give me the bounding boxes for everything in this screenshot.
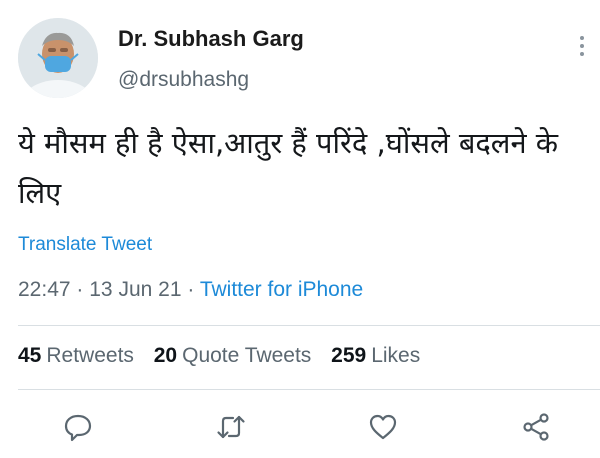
- tweet-stats: 45 Retweets 20 Quote Tweets 259 Likes: [18, 344, 434, 368]
- retweets-stat[interactable]: 45 Retweets: [18, 344, 134, 368]
- divider: [18, 325, 600, 326]
- profile-photo: [18, 18, 98, 98]
- more-vertical-icon[interactable]: [572, 32, 592, 60]
- tweet-text: ये मौसम ही है ऐसा,आतुर हैं परिंदे ,घोंसल…: [18, 126, 559, 210]
- retweets-label: Retweets: [46, 344, 134, 367]
- retweets-count: 45: [18, 344, 42, 367]
- translate-tweet-link[interactable]: Translate Tweet: [18, 234, 152, 256]
- share-icon[interactable]: [519, 410, 553, 444]
- quote-tweets-stat[interactable]: 20 Quote Tweets: [154, 344, 312, 368]
- tweet-date: 13 Jun 21: [89, 278, 182, 301]
- reply-icon[interactable]: [61, 410, 95, 444]
- author-display-name[interactable]: Dr. Subhash Garg: [118, 26, 304, 52]
- author-handle[interactable]: @drsubhashg: [118, 68, 249, 92]
- tweet-meta: 22:47 · 13 Jun 21 · Twitter for iPhone: [18, 278, 363, 302]
- avatar[interactable]: [18, 18, 98, 98]
- retweet-icon[interactable]: [214, 410, 248, 444]
- divider: [18, 389, 600, 390]
- meta-separator: ·: [187, 278, 195, 301]
- like-icon[interactable]: [366, 410, 400, 444]
- tweet-time: 22:47: [18, 278, 71, 301]
- tweet-source-link[interactable]: Twitter for iPhone: [200, 278, 363, 301]
- quote-tweets-count: 20: [153, 344, 178, 367]
- quote-tweets-label: Quote Tweets: [182, 344, 312, 367]
- likes-stat[interactable]: 259 Likes: [331, 344, 420, 368]
- meta-separator: ·: [76, 278, 84, 301]
- likes-label: Likes: [371, 344, 421, 367]
- likes-count: 259: [331, 344, 367, 367]
